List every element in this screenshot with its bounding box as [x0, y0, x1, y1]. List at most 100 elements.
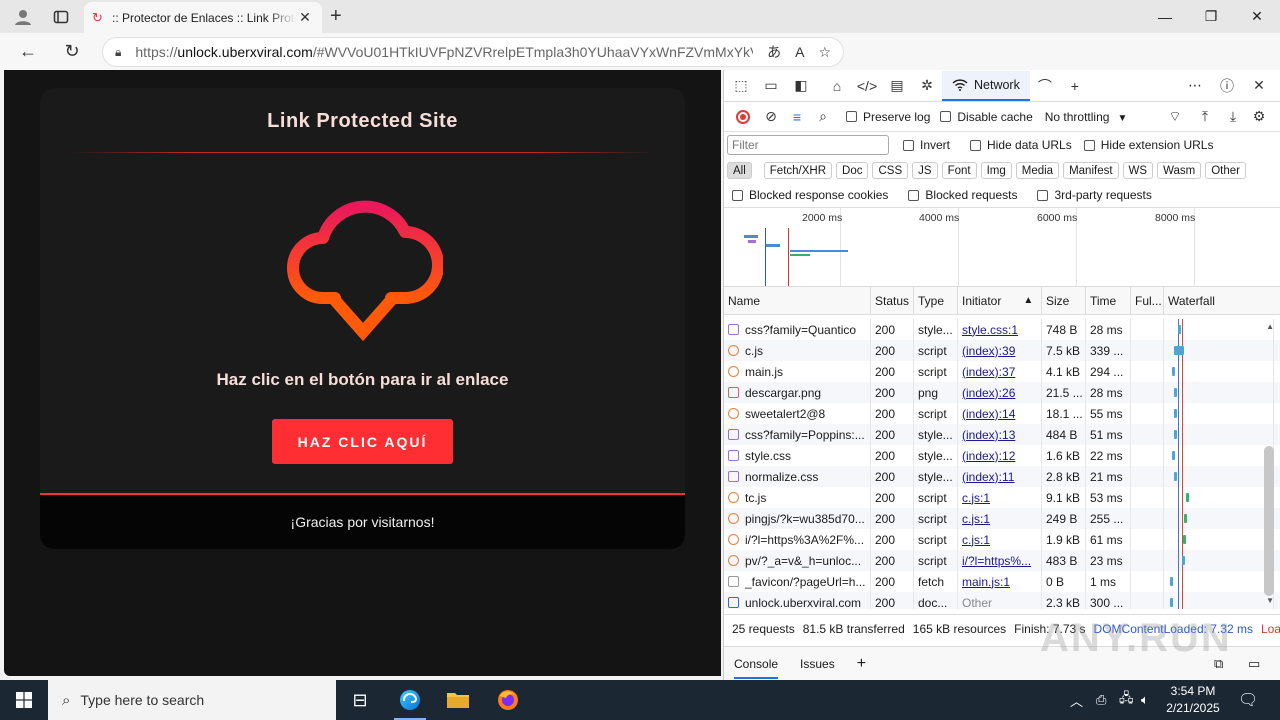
filter-funnel-icon[interactable]: ≡	[784, 102, 810, 132]
edge-app-icon[interactable]	[386, 680, 434, 720]
scroll-up-icon[interactable]: ▲	[1266, 322, 1274, 331]
preserve-log-checkbox[interactable]: Preserve log	[846, 110, 930, 124]
type-filter-manifest[interactable]: Manifest	[1063, 162, 1119, 179]
initiator-link[interactable]: (index):14	[962, 407, 1015, 421]
initiator-link[interactable]: c.js:1	[962, 491, 990, 505]
welcome-home-icon[interactable]: ⌂	[822, 71, 852, 101]
invert-box[interactable]	[903, 139, 914, 151]
col-fulfilled[interactable]: Ful...	[1131, 287, 1164, 314]
profile-icon[interactable]	[8, 2, 38, 32]
table-row[interactable]: i/?l=https%3A%2F%... 200 script c.js:1 1.9 k…	[724, 529, 1280, 550]
table-row[interactable]: style.css 200 style... (index):12 1.6 kB 22 m…	[724, 445, 1280, 466]
meet-now-icon[interactable]: ⎙	[1096, 680, 1106, 720]
network-overview[interactable]: 2000 ms 4000 ms 6000 ms 8000 ms	[724, 207, 1280, 287]
sources-tab-icon[interactable]: ✲	[912, 71, 942, 101]
devtools-more-icon[interactable]: ⋯	[1180, 71, 1210, 101]
hide-data-urls-checkbox[interactable]: Hide data URLs	[970, 138, 1072, 152]
restore-icon[interactable]: ❐	[1188, 0, 1234, 33]
volume-icon[interactable]: 🔈︎	[1141, 680, 1149, 720]
type-filter-other[interactable]: Other	[1205, 162, 1246, 179]
hide-extension-urls-checkbox[interactable]: Hide extension URLs	[1083, 138, 1213, 152]
table-row[interactable]: _favicon/?pageUrl=h... 200 fetch main.js:1 0…	[724, 571, 1280, 592]
close-tab-icon[interactable]: ✕	[296, 9, 314, 26]
inspect-element-icon[interactable]: ⬚	[726, 71, 756, 101]
more-tools-plus-icon[interactable]: +	[1060, 71, 1090, 101]
import-har-icon[interactable]: ⤒	[1190, 102, 1220, 132]
device-emulation-icon[interactable]: ▭	[756, 71, 786, 101]
type-filter-ws[interactable]: WS	[1122, 162, 1154, 179]
blocked-requests-checkbox[interactable]: Blocked requests	[908, 188, 1017, 202]
table-row[interactable]: descargar.png 200 png (index):26 21.5 ... 28 …	[724, 382, 1280, 403]
url-text[interactable]: https://unlock.uberxviral.com/#WVVoU01HT…	[135, 44, 753, 60]
col-size[interactable]: Size	[1042, 287, 1086, 314]
initiator-link[interactable]: c.js:1	[962, 533, 990, 547]
close-devtools-icon[interactable]: ✕	[1244, 71, 1274, 101]
show-hidden-icons-icon[interactable]: ︿	[1070, 680, 1083, 720]
scroll-down-icon[interactable]: ▼	[1266, 596, 1274, 605]
blocked-requests-box[interactable]	[908, 189, 920, 201]
col-status[interactable]: Status	[871, 287, 914, 314]
performance-tab-icon[interactable]: ⌒	[1030, 71, 1060, 101]
search-icon[interactable]: ⌕	[810, 102, 836, 132]
type-filter-img[interactable]: Img	[980, 162, 1012, 179]
disable-cache-box[interactable]	[940, 111, 952, 122]
type-filter-font[interactable]: Font	[941, 162, 977, 179]
table-row[interactable]: css?family=Poppins:... 200 style... (index)…	[724, 424, 1280, 445]
blocked-cookies-checkbox[interactable]: Blocked response cookies	[732, 188, 888, 202]
initiator-link[interactable]: c.js:1	[962, 512, 990, 526]
type-filter-doc[interactable]: Doc	[836, 162, 869, 179]
tab-actions-icon[interactable]	[46, 2, 76, 32]
drawer-tab-issues[interactable]: Issues	[800, 657, 835, 671]
close-drawer-icon[interactable]: ▭	[1248, 656, 1260, 672]
close-window-icon[interactable]: ✕	[1234, 0, 1280, 33]
col-initiator[interactable]: Initiator ▲	[958, 287, 1042, 314]
favorite-star-icon[interactable]: ☆	[818, 44, 831, 61]
col-type[interactable]: Type	[914, 287, 958, 314]
col-name[interactable]: Name	[724, 287, 871, 314]
hide-data-urls-box[interactable]	[970, 139, 982, 151]
drawer-tab-console[interactable]: Console	[734, 649, 779, 679]
type-filter-media[interactable]: Media	[1015, 162, 1060, 179]
type-filter-js[interactable]: JS	[912, 162, 938, 179]
clear-icon[interactable]: ⊘	[758, 102, 784, 132]
invert-checkbox[interactable]: Invert	[903, 138, 950, 152]
browser-tab-active[interactable]: ↻ :: Protector de Enlaces :: Link Protec…	[84, 2, 322, 33]
initiator-link[interactable]: (index):39	[962, 344, 1015, 358]
console-tab-icon[interactable]: ▤	[882, 71, 912, 101]
throttling-select[interactable]: No throttling ▼	[1045, 110, 1128, 124]
hide-extension-urls-box[interactable]	[1083, 139, 1095, 151]
help-icon[interactable]: ⓘ	[1212, 71, 1242, 101]
tab-network[interactable]: Network	[942, 70, 1030, 101]
col-time[interactable]: Time	[1086, 287, 1131, 314]
initiator-link[interactable]: (index):13	[962, 428, 1015, 442]
filter-input[interactable]: Filter	[727, 135, 889, 155]
windows-start-icon[interactable]	[0, 680, 48, 720]
taskbar-clock[interactable]: 3:54 PM 2/21/2025	[1156, 683, 1230, 717]
table-row[interactable]: c.js 200 script (index):39 7.5 kB 339 ...	[724, 340, 1280, 361]
record-icon[interactable]	[736, 109, 750, 124]
col-waterfall[interactable]: Waterfall	[1164, 287, 1274, 314]
table-row[interactable]: unlock.uberxviral.com 200 doc... Other 2.3 k…	[724, 592, 1280, 609]
initiator-link[interactable]: i/?l=https%...	[962, 554, 1031, 568]
initiator-link[interactable]: (index):12	[962, 449, 1015, 463]
type-filter-wasm[interactable]: Wasm	[1157, 162, 1202, 179]
click-here-button[interactable]: HAZ CLIC AQUÍ	[272, 419, 453, 464]
disable-cache-checkbox[interactable]: Disable cache	[940, 110, 1033, 124]
read-aloud-icon[interactable]: A	[795, 44, 804, 60]
table-row[interactable]: sweetalert2@8 200 script (index):14 18.1 ...…	[724, 403, 1280, 424]
table-row[interactable]: main.js 200 script (index):37 4.1 kB 294 ...	[724, 361, 1280, 382]
initiator-link[interactable]: style.css:1	[962, 323, 1018, 337]
new-tab-icon[interactable]: +	[330, 5, 342, 28]
network-status-icon[interactable]: 🖧︎	[1119, 680, 1134, 720]
network-settings-icon[interactable]: ⚙	[1244, 102, 1274, 132]
initiator-link[interactable]: main.js:1	[962, 575, 1010, 589]
table-row[interactable]: normalize.css 200 style... (index):11 2.8 kB…	[724, 466, 1280, 487]
firefox-icon[interactable]	[484, 680, 532, 720]
task-view-icon[interactable]: ⊟	[336, 680, 384, 720]
table-row[interactable]: tc.js 200 script c.js:1 9.1 kB 53 ms	[724, 487, 1280, 508]
table-row[interactable]: pingjs/?k=wu385d70... 200 script c.js:1 249 …	[724, 508, 1280, 529]
third-party-checkbox[interactable]: 3rd-party requests	[1037, 188, 1152, 202]
request-list-scrollbar[interactable]	[1264, 446, 1274, 596]
elements-tab-icon[interactable]: </>	[852, 71, 882, 101]
preserve-log-box[interactable]	[846, 111, 857, 122]
